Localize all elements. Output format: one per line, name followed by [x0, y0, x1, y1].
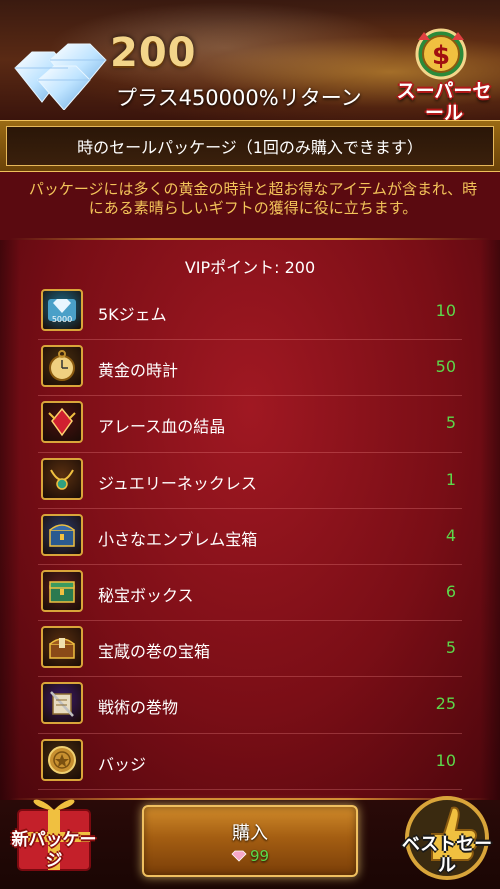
best-sale-button[interactable]: ベストセール — [394, 790, 500, 889]
item-name: バッジ — [98, 754, 147, 774]
promo-banner: 200 プラス450000%リターン $ スーパーセール — [0, 0, 500, 124]
item-row: 小さなエンブレム宝箱 4 — [38, 509, 462, 565]
gem-count: 200 — [110, 30, 197, 76]
bonus-percent-text: プラス450000%リターン — [116, 86, 362, 110]
item-row: アレース血の結晶 5 — [38, 396, 462, 453]
item-name: 宝蔵の巻の宝箱 — [98, 642, 211, 662]
item-name: ジュエリーネックレス — [98, 473, 257, 493]
svg-text:5000: 5000 — [52, 315, 72, 324]
gem-pack-icon[interactable]: 5000 — [41, 289, 83, 331]
item-quantity: 50 — [435, 357, 456, 377]
item-row: 宝蔵の巻の宝箱 5 — [38, 621, 462, 678]
gem-icon — [231, 850, 247, 862]
item-list: 5000 5Kジェム 10 黄金の時計 50 アレース血の結晶 5 ジュエリーネックレス 1 小さ… — [38, 284, 462, 790]
item-list-panel: VIPポイント: 200 5000 5Kジェム 10 黄金の時計 50 アレース血の結晶 5… — [0, 240, 500, 800]
item-name: 5Kジェム — [98, 305, 167, 324]
item-quantity: 10 — [435, 301, 456, 320]
new-package-button[interactable]: 新パッケージ — [4, 790, 104, 889]
super-sale-label: スーパーセール — [396, 80, 492, 124]
scroll-chest-icon[interactable] — [41, 626, 83, 669]
item-row: 5000 5Kジェム 10 — [38, 284, 462, 341]
new-package-label: 新パッケージ — [11, 830, 97, 871]
item-name: 小さなエンブレム宝箱 — [98, 529, 258, 549]
item-row: ジュエリーネックレス 1 — [38, 453, 462, 509]
item-quantity: 6 — [445, 581, 456, 601]
item-quantity: 25 — [435, 694, 456, 714]
diamond-pile-icon — [14, 43, 107, 110]
treasure-box-icon[interactable] — [41, 569, 83, 612]
super-sale-badge: $ スーパーセール — [394, 26, 494, 124]
necklace-icon[interactable] — [41, 457, 83, 500]
emblem-chest-icon[interactable] — [41, 513, 83, 556]
best-sale-label: ベストセール — [401, 834, 493, 876]
price-value: 99 — [249, 847, 270, 865]
item-row: 秘宝ボックス 6 — [38, 565, 462, 622]
package-description: パッケージには多くの黄金の時計と超お得なアイテムが含まれ、時にある素晴らしいギフ… — [28, 180, 478, 217]
item-name: 秘宝ボックス — [98, 585, 194, 605]
item-name: アレース血の結晶 — [98, 417, 226, 437]
buy-label: 購入 — [232, 823, 268, 844]
item-quantity: 4 — [445, 525, 456, 545]
dollar-medal-icon: $ — [415, 28, 467, 80]
buy-button[interactable]: 購入 99 — [142, 805, 358, 877]
item-row: 黄金の時計 50 — [38, 340, 462, 397]
item-row: 戦術の巻物 25 — [38, 677, 462, 734]
item-quantity: 5 — [445, 413, 456, 433]
item-quantity: 5 — [445, 638, 456, 658]
badge-icon[interactable] — [41, 738, 83, 781]
item-quantity: 1 — [445, 469, 456, 489]
vip-points: VIPポイント: 200 — [184, 258, 316, 277]
blood-crystal-icon[interactable] — [41, 401, 83, 444]
item-row: バッジ 10 — [38, 734, 462, 790]
package-title: 時のセールパッケージ（1回のみ購入できます） — [6, 126, 494, 166]
item-name: 黄金の時計 — [98, 361, 179, 381]
tactics-scroll-icon[interactable] — [41, 682, 83, 725]
item-name: 戦術の巻物 — [98, 698, 179, 718]
svg-text:$: $ — [432, 41, 450, 71]
item-quantity: 10 — [435, 750, 456, 770]
pocket-watch-icon[interactable] — [41, 345, 83, 388]
price: 99 — [144, 847, 356, 865]
package-title-bar: 時のセールパッケージ（1回のみ購入できます） — [0, 120, 500, 172]
